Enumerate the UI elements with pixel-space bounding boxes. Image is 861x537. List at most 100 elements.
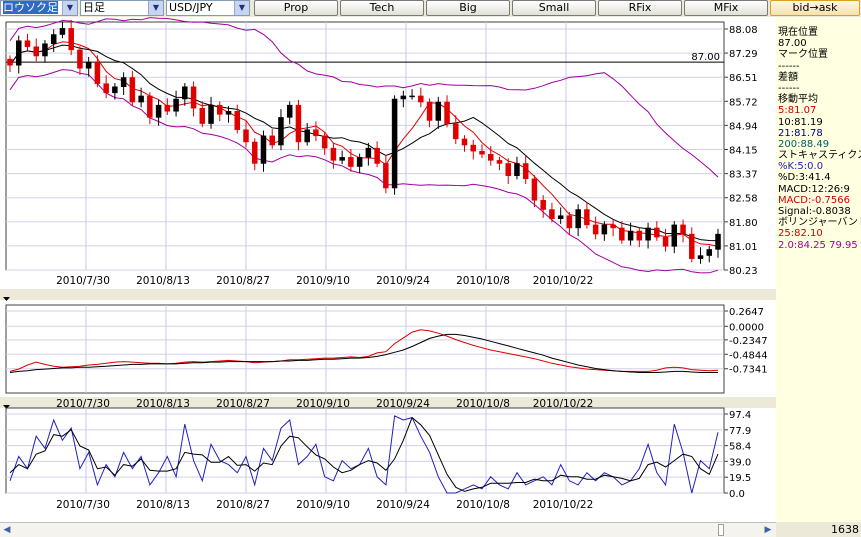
scroll-right-icon[interactable]: ▶ (762, 524, 774, 536)
candle-body (592, 224, 599, 235)
candle-body (391, 98, 398, 189)
candle-body (601, 224, 608, 235)
macd-y-tick-label: 0.2647 (729, 307, 764, 318)
big-button[interactable]: Big (426, 0, 510, 16)
stoch-y-tick-label: 0.0 (729, 489, 745, 500)
candle-body (278, 117, 284, 146)
macd-y-tick-label: 0.0000 (729, 322, 764, 333)
candle-body (94, 61, 101, 84)
scroll-left-icon[interactable]: ◀ (1, 524, 13, 536)
small-button[interactable]: Small (512, 0, 596, 16)
price-x-tick-label: 2010/8/27 (216, 275, 270, 287)
candle-body (549, 209, 555, 219)
candle-body (374, 147, 380, 164)
candle-body (155, 104, 162, 118)
candle-body (557, 215, 564, 219)
candle-body (129, 77, 136, 103)
candle-body (24, 40, 31, 48)
candle-body (531, 178, 538, 201)
info-line: 21:81.78 (778, 127, 823, 139)
candle-body (566, 215, 573, 229)
macd-y-tick-label: -0.7341 (729, 365, 768, 376)
candle-body (654, 227, 660, 238)
info-line: マーク位置 (778, 49, 828, 61)
stoch-y-tick-label: 58.4 (729, 442, 751, 453)
price-x-tick-label: 2010/8/13 (136, 275, 190, 287)
stoch-y-tick-label: 19.5 (729, 473, 751, 484)
candle-body (243, 129, 249, 143)
price-x-tick-label: 2010/7/30 (56, 275, 110, 287)
candle-body (697, 255, 704, 259)
candle-body (418, 95, 424, 103)
candle-body (112, 86, 118, 94)
price-y-tick-label: 81.01 (729, 242, 758, 253)
chart-area[interactable]: 2010/7/30 2010/8/13 2010/8/27 2010/9/10 2010… (0, 17, 776, 522)
candle-body (496, 160, 503, 164)
candle-body (286, 104, 293, 118)
candle-body (575, 209, 581, 229)
stoch-y-tick-label: 77.9 (729, 426, 751, 437)
stoch-x-tick-label: 2010/8/27 (216, 499, 270, 511)
chevron-down-icon[interactable]: ▼ (148, 1, 163, 15)
candle-body (199, 107, 206, 124)
candle-body (339, 157, 345, 161)
stoch-x-tick-label: 2010/9/10 (296, 499, 350, 511)
info-line: MACD:-0.7566 (778, 194, 850, 206)
chevron-down-icon[interactable]: ▼ (234, 1, 249, 15)
candle-body (479, 150, 485, 155)
candle-body (706, 249, 713, 256)
candle-body (321, 135, 328, 149)
candle-body (330, 147, 337, 161)
pair-value: USD/JPY (169, 1, 213, 14)
info-line: 2.0:84.25 79.95 (778, 239, 858, 251)
candle-body (671, 224, 678, 247)
price-y-tick-label: 87.29 (729, 49, 758, 60)
candle-body (295, 104, 302, 143)
candle-body (426, 101, 433, 121)
horizontal-scrollbar[interactable]: ◀ ▶ (0, 522, 776, 537)
candle-body (636, 230, 643, 241)
chart-type-select[interactable]: ロウソク足 ▼ (0, 0, 78, 16)
candle-body (487, 154, 494, 161)
candle-body (313, 129, 319, 137)
mfix-button[interactable]: MFix (684, 0, 768, 16)
candle-body (85, 61, 92, 69)
candle-body (662, 236, 669, 247)
period-value: 日足 (83, 1, 105, 14)
price-x-tick-label: 2010/10/8 (456, 275, 510, 287)
bar-count: 1638 (776, 522, 861, 537)
candle-body (251, 141, 258, 164)
candle-body (689, 233, 695, 259)
prop-button[interactable]: Prop (254, 0, 338, 16)
price-y-tick-label: 85.72 (729, 97, 758, 108)
price-y-tick-label: 80.23 (729, 266, 758, 277)
candle-body (120, 77, 127, 87)
price-y-tick-label: 86.51 (729, 73, 758, 84)
rfix-button[interactable]: RFix (598, 0, 682, 16)
price-y-tick-label: 82.58 (729, 194, 758, 205)
period-select[interactable]: 日足 ▼ (80, 0, 164, 16)
candle-body (173, 98, 179, 112)
info-line: %K:5:0.0 (778, 161, 824, 173)
info-line: 現在位置 (778, 27, 818, 38)
info-line: ボリンジャーバンド (778, 217, 861, 229)
pair-select[interactable]: USD/JPY ▼ (166, 0, 250, 16)
candle-body (505, 163, 511, 176)
candle-body (435, 101, 442, 121)
info-line: 87.00 (778, 38, 807, 50)
candle-body (217, 104, 223, 115)
bid-ask-button[interactable]: bid→ask (770, 0, 860, 16)
candle-body (356, 157, 363, 167)
candle-body (348, 157, 354, 167)
chart-type-value: ロウソク足 (3, 1, 58, 14)
stoch-x-tick-label: 2010/10/8 (456, 499, 510, 511)
candle-body (645, 227, 651, 241)
candle-body (304, 129, 310, 143)
tech-button[interactable]: Tech (340, 0, 424, 16)
candle-body (514, 163, 520, 176)
info-line: ------ (778, 82, 800, 94)
scroll-thumb[interactable] (718, 524, 724, 536)
macd-y-tick-label: -0.4844 (729, 350, 768, 361)
chevron-down-icon[interactable]: ▼ (62, 1, 77, 15)
candle-body (77, 49, 83, 69)
